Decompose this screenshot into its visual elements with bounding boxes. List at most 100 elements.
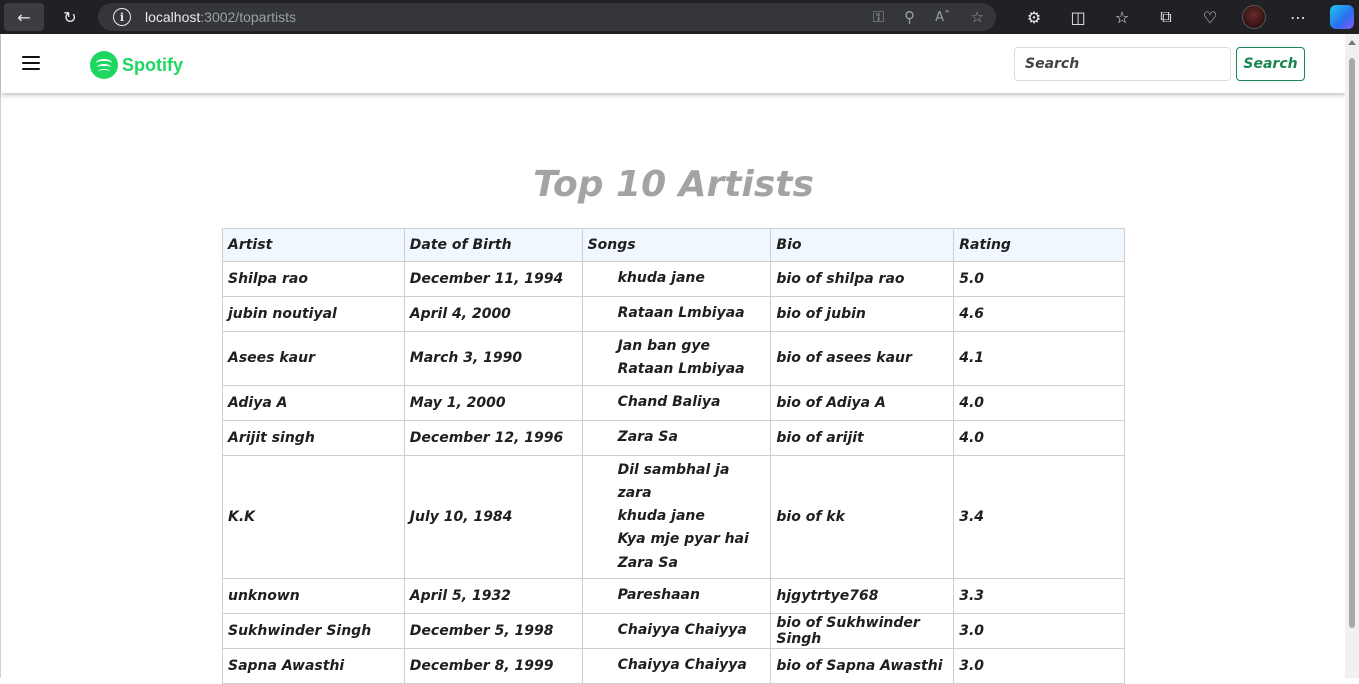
navbar: Spotify Search bbox=[1, 34, 1346, 93]
zoom-out-icon[interactable]: ⚲ bbox=[904, 8, 915, 26]
cell-songs: Chaiyya Chaiyya bbox=[581, 613, 772, 650]
cell-artist: Asees kaur bbox=[222, 331, 405, 386]
cell-artist: Sukhwinder Singh bbox=[222, 613, 405, 650]
cell-songs: Jan ban gye Rataan Lmbiyaa bbox=[581, 331, 772, 386]
key-icon[interactable]: ⚿ bbox=[873, 8, 884, 26]
cell-date-of-birth: April 5, 1932 bbox=[403, 578, 583, 615]
cell-rating: 3.0 bbox=[953, 613, 1125, 650]
song-item: Rataan Lmbiyaa bbox=[617, 305, 745, 322]
page-scrollbar[interactable] bbox=[1345, 34, 1359, 678]
cell-date-of-birth: July 10, 1984 bbox=[403, 454, 583, 580]
song-item: Pareshaan bbox=[617, 587, 700, 604]
cell-date-of-birth: May 1, 2000 bbox=[403, 384, 583, 421]
artists-table: Artist Date of Birth Songs Bio Rating Sh… bbox=[222, 228, 1125, 684]
song-item: Kya mje pyar hai bbox=[617, 531, 749, 548]
cell-rating: 3.0 bbox=[953, 648, 1125, 684]
scrollbar-thumb[interactable] bbox=[1349, 58, 1355, 628]
cell-date-of-birth: December 8, 1999 bbox=[403, 648, 583, 684]
song-item: Dil sambhal ja zara bbox=[617, 461, 730, 501]
health-icon[interactable]: ♡ bbox=[1188, 0, 1232, 34]
cell-bio: bio of asees kaur bbox=[770, 331, 955, 386]
cell-bio: bio of Sapna Awasthi bbox=[770, 648, 955, 684]
song-item: Chaiyya Chaiyya bbox=[617, 657, 747, 674]
table-header-row: Artist Date of Birth Songs Bio Rating bbox=[222, 228, 1125, 262]
brand-name: Spotify bbox=[122, 54, 183, 75]
song-item: Jan ban gye bbox=[617, 338, 711, 354]
cell-date-of-birth: December 11, 1994 bbox=[403, 261, 583, 297]
profile-avatar[interactable] bbox=[1232, 0, 1276, 34]
more-icon[interactable]: ⋯ bbox=[1276, 0, 1320, 34]
favorites-icon[interactable]: ☆ bbox=[1100, 0, 1144, 34]
table-row: Arijit singh December 12, 1996 Zara Sa bio … bbox=[222, 419, 1125, 456]
table-body: Shilpa rao December 11, 1994 khuda jane bio… bbox=[222, 261, 1125, 684]
cell-date-of-birth: April 4, 2000 bbox=[403, 296, 583, 332]
cell-songs: Dil sambhal ja zara khuda jane Kya mje pya… bbox=[581, 454, 772, 580]
browser-toolbar: ← ↻ i localhost:3002/topartists ⚿ ⚲ Aˆ ☆… bbox=[0, 0, 1359, 34]
cell-songs: Chaiyya Chaiyya bbox=[581, 648, 772, 684]
cell-rating: 3.3 bbox=[953, 578, 1125, 615]
cell-bio: bio of Sukhwinder Singh bbox=[770, 613, 955, 650]
cell-artist: Sapna Awasthi bbox=[222, 648, 405, 684]
spotify-logo-icon bbox=[90, 51, 118, 79]
cell-songs: Pareshaan bbox=[581, 578, 772, 615]
table-row: Shilpa rao December 11, 1994 khuda jane bio… bbox=[222, 261, 1125, 297]
reload-icon[interactable]: ↻ bbox=[52, 3, 88, 31]
cell-bio: bio of jubin bbox=[770, 296, 955, 332]
cell-bio: hjgytrtye768 bbox=[770, 578, 955, 615]
cell-rating: 3.4 bbox=[953, 454, 1125, 580]
cell-bio: bio of kk bbox=[770, 454, 955, 580]
song-item: Zara Sa bbox=[617, 428, 678, 445]
song-item: Rataan Lmbiyaa bbox=[617, 361, 745, 378]
header-songs: Songs bbox=[581, 228, 772, 262]
info-icon[interactable]: i bbox=[113, 8, 131, 26]
song-item: Chaiyya Chaiyya bbox=[617, 622, 747, 639]
search-button[interactable]: Search bbox=[1236, 47, 1305, 81]
hamburger-icon[interactable] bbox=[22, 56, 40, 70]
header-date-of-birth: Date of Birth bbox=[403, 228, 583, 262]
cell-bio: bio of arijit bbox=[770, 419, 955, 456]
cell-rating: 4.6 bbox=[953, 296, 1125, 332]
search-input[interactable] bbox=[1014, 47, 1231, 81]
cell-artist: jubin noutiyal bbox=[222, 296, 405, 332]
cell-artist: Adiya A bbox=[222, 384, 405, 421]
back-icon[interactable]: ← bbox=[4, 3, 44, 31]
table-row: jubin noutiyal April 4, 2000 Rataan Lmbiya… bbox=[222, 296, 1125, 332]
split-screen-icon[interactable]: ◫ bbox=[1056, 0, 1100, 34]
cell-bio: bio of Adiya A bbox=[770, 384, 955, 421]
url-text[interactable]: localhost:3002/topartists bbox=[145, 9, 296, 25]
cell-date-of-birth: December 5, 1998 bbox=[403, 613, 583, 650]
read-aloud-icon[interactable]: Aˆ bbox=[935, 10, 950, 25]
cell-rating: 4.1 bbox=[953, 331, 1125, 386]
copilot-icon[interactable] bbox=[1320, 0, 1359, 34]
cell-songs: Zara Sa bbox=[581, 419, 772, 456]
header-rating: Rating bbox=[953, 228, 1125, 262]
cell-songs: Chand Baliya bbox=[581, 384, 772, 421]
cell-artist: unknown bbox=[222, 578, 405, 615]
cell-rating: 4.0 bbox=[953, 384, 1125, 421]
cell-artist: Shilpa rao bbox=[222, 261, 405, 297]
table-row: Asees kaur March 3, 1990 Jan ban gye Rataan… bbox=[222, 331, 1125, 386]
extensions-icon[interactable]: ⚙ bbox=[1012, 0, 1056, 34]
cell-date-of-birth: March 3, 1990 bbox=[403, 331, 583, 386]
cell-artist: K.K bbox=[222, 454, 405, 580]
favorite-star-icon[interactable]: ☆ bbox=[971, 8, 984, 26]
scroll-up-icon[interactable] bbox=[1348, 40, 1356, 45]
page-viewport: Spotify Search Top 10 Artists Artist Dat… bbox=[0, 34, 1346, 684]
collections-icon[interactable]: ⧉ bbox=[1144, 0, 1188, 34]
table-row: Sapna Awasthi December 8, 1999 Chaiyya Cha… bbox=[222, 648, 1125, 684]
cell-songs: Rataan Lmbiyaa bbox=[581, 296, 772, 332]
song-item: Chand Baliya bbox=[617, 393, 721, 410]
song-item: khuda jane bbox=[617, 508, 705, 525]
header-bio: Bio bbox=[770, 228, 955, 262]
cell-artist: Arijit singh bbox=[222, 419, 405, 456]
brand-link[interactable]: Spotify bbox=[90, 51, 183, 79]
page-title: Top 10 Artists bbox=[533, 164, 814, 205]
cell-songs: khuda jane bbox=[581, 261, 772, 297]
cell-rating: 5.0 bbox=[953, 261, 1125, 297]
song-item: khuda jane bbox=[617, 270, 705, 287]
cell-bio: bio of shilpa rao bbox=[770, 261, 955, 297]
song-item: Zara Sa bbox=[617, 554, 678, 571]
header-artist: Artist bbox=[222, 228, 405, 262]
cell-rating: 4.0 bbox=[953, 419, 1125, 456]
address-bar[interactable]: i localhost:3002/topartists ⚿ ⚲ Aˆ ☆ bbox=[98, 3, 996, 31]
